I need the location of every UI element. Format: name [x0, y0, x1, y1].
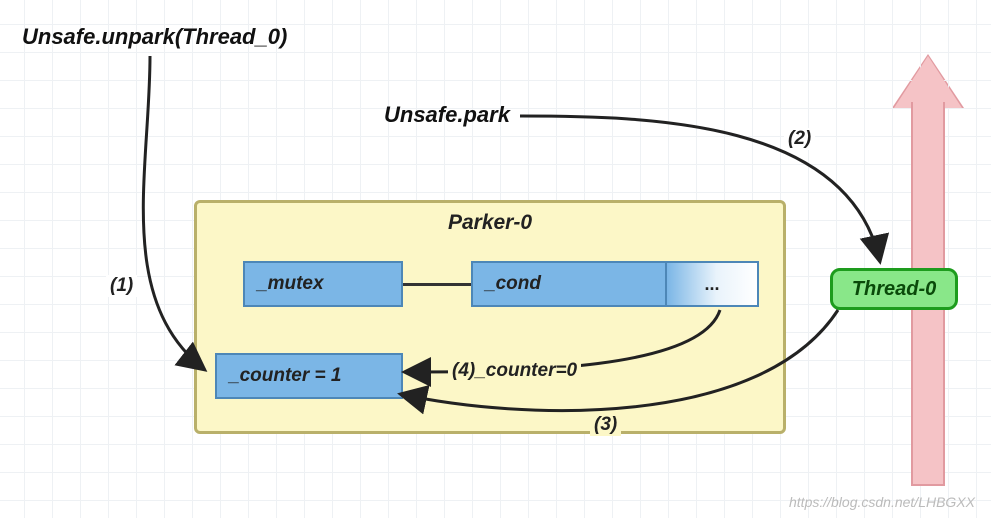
parker-title: Parker-0 [197, 211, 783, 235]
cond-cell: _cond [471, 261, 667, 307]
edge-label-2: (2) [784, 128, 815, 150]
edge-label-4: (4)_counter=0 [448, 360, 581, 382]
thread-node: Thread-0 [830, 268, 958, 310]
label-unsafe-unpark: Unsafe.unpark(Thread_0) [22, 24, 287, 50]
diagram-stage: Unsafe.unpark(Thread_0) Unsafe.park Park… [0, 0, 991, 518]
watermark: https://blog.csdn.net/LHBGXX [789, 494, 975, 510]
counter-cell: _counter = 1 [215, 353, 403, 399]
label-unsafe-park: Unsafe.park [384, 102, 510, 128]
mutex-cond-link [403, 283, 471, 286]
parker-box: Parker-0 _mutex _cond ... _counter = 1 [194, 200, 786, 434]
mutex-cell: _mutex [243, 261, 403, 307]
edge-label-1: (1) [106, 275, 137, 297]
edge-label-3: (3) [590, 414, 621, 436]
cond-queue-cell: ... [667, 261, 759, 307]
